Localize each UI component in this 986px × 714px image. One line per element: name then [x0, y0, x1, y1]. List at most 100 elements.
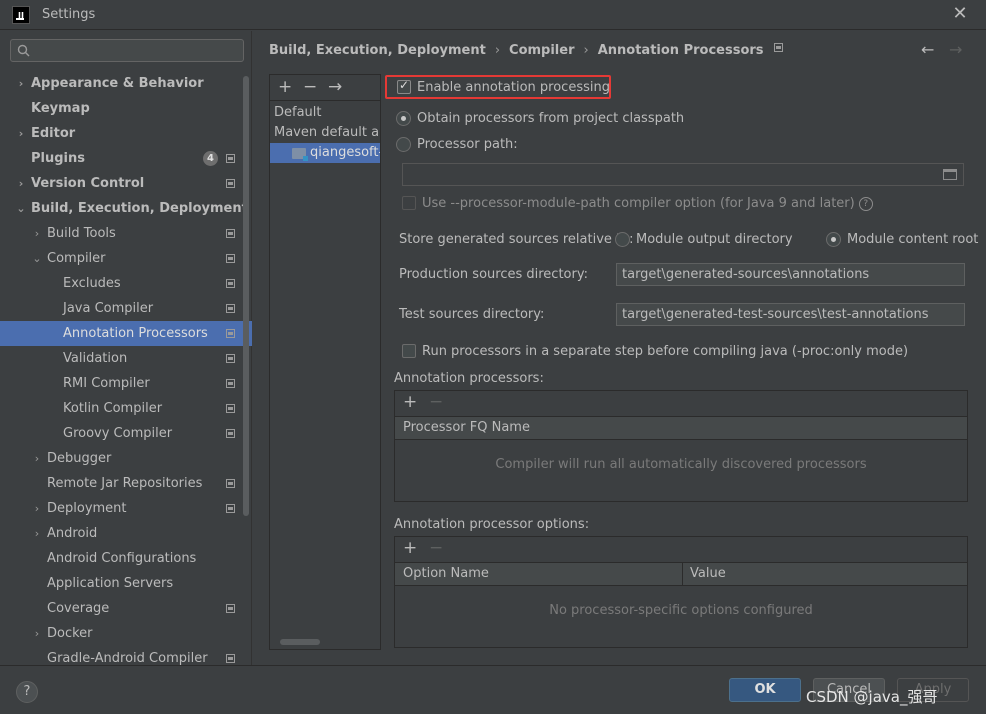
- breadcrumb-item-compiler[interactable]: Compiler: [509, 43, 574, 58]
- column-header-processor-fq-name[interactable]: Processor FQ Name: [403, 417, 530, 439]
- chevron-right-icon[interactable]: ›: [31, 521, 43, 546]
- sidebar-item-coverage[interactable]: Coverage: [0, 596, 252, 621]
- sidebar-item-debugger[interactable]: › Debugger: [0, 446, 252, 471]
- profile-item-module[interactable]: qiangesoft-demo: [270, 143, 380, 163]
- remove-option-button[interactable]: −: [429, 538, 443, 558]
- sidebar-item-editor[interactable]: › Editor: [0, 121, 252, 146]
- profile-item-maven-default[interactable]: Maven default annotation processors prof…: [270, 123, 380, 143]
- profiles-scrollbar[interactable]: [280, 639, 320, 645]
- sidebar-item-android[interactable]: › Android: [0, 521, 252, 546]
- run-separate-step-label: Run processors in a separate step before…: [422, 344, 909, 359]
- chevron-down-icon[interactable]: ⌄: [15, 196, 27, 221]
- enable-annotation-processing-label: Enable annotation processing: [417, 80, 610, 95]
- column-header-value[interactable]: Value: [690, 563, 726, 585]
- sidebar-item-label: Build, Execution, Deployment: [31, 201, 248, 216]
- sidebar-item-annotation-processors[interactable]: Annotation Processors: [0, 321, 252, 346]
- sidebar-item-plugins[interactable]: Plugins 4: [0, 146, 252, 171]
- chevron-right-icon[interactable]: ›: [15, 171, 27, 196]
- sidebar-item-deployment[interactable]: › Deployment: [0, 496, 252, 521]
- processor-path-label: Processor path:: [417, 137, 518, 152]
- project-level-icon: [226, 179, 235, 188]
- sidebar-item-label: Build Tools: [47, 226, 116, 241]
- updates-count-badge: 4: [203, 151, 218, 166]
- production-sources-label: Production sources directory:: [399, 267, 588, 282]
- project-level-icon: [226, 654, 235, 663]
- help-icon[interactable]: ?: [858, 197, 873, 211]
- profile-item-default[interactable]: Default: [270, 103, 380, 123]
- remove-profile-button[interactable]: −: [303, 77, 317, 97]
- sidebar-item-groovy-compiler[interactable]: Groovy Compiler: [0, 421, 252, 446]
- column-header-option-name[interactable]: Option Name: [403, 563, 489, 585]
- sidebar-item-docker[interactable]: › Docker: [0, 621, 252, 646]
- chevron-down-icon[interactable]: ⌄: [31, 246, 43, 271]
- obtain-from-classpath-radio[interactable]: [396, 111, 411, 126]
- sidebar-item-appearance-behavior[interactable]: › Appearance & Behavior: [0, 71, 252, 96]
- sidebar-item-java-compiler[interactable]: Java Compiler: [0, 296, 252, 321]
- sidebar-item-build-execution-deployment[interactable]: ⌄ Build, Execution, Deployment: [0, 196, 252, 221]
- sidebar-item-label: Android Configurations: [47, 551, 197, 566]
- module-content-root-radio[interactable]: [826, 232, 841, 247]
- sidebar-item-label: Application Servers: [47, 576, 174, 591]
- production-sources-field[interactable]: target\generated-sources\annotations: [616, 263, 965, 286]
- sidebar-item-version-control[interactable]: › Version Control: [0, 171, 252, 196]
- profiles-toolbar: + − →: [270, 75, 380, 101]
- project-level-icon: [226, 604, 235, 613]
- chevron-right-icon[interactable]: ›: [15, 71, 27, 96]
- sidebar-item-keymap[interactable]: Keymap: [0, 96, 252, 121]
- sidebar-item-label: Java Compiler: [63, 301, 154, 316]
- add-option-button[interactable]: +: [403, 538, 417, 558]
- processor-path-radio[interactable]: [396, 137, 411, 152]
- project-level-icon: [226, 379, 235, 388]
- chevron-right-icon[interactable]: ›: [31, 496, 43, 521]
- sidebar-item-kotlin-compiler[interactable]: Kotlin Compiler: [0, 396, 252, 421]
- module-content-root-label: Module content root: [847, 232, 979, 247]
- sidebar-item-label: Deployment: [47, 501, 127, 516]
- sidebar-item-application-servers[interactable]: Application Servers: [0, 571, 252, 596]
- processor-options-table: + − Option Name Value No processor-speci…: [394, 536, 968, 648]
- chevron-right-icon[interactable]: ›: [15, 121, 27, 146]
- test-sources-field[interactable]: target\generated-test-sources\test-annot…: [616, 303, 965, 326]
- sidebar-item-label: Editor: [31, 126, 76, 141]
- sidebar-item-label: Docker: [47, 626, 93, 641]
- sidebar-item-build-tools[interactable]: › Build Tools: [0, 221, 252, 246]
- breadcrumb-item-build[interactable]: Build, Execution, Deployment: [269, 43, 486, 58]
- title-bar: IJ Settings ✕: [0, 0, 986, 30]
- run-separate-step-checkbox[interactable]: [402, 344, 416, 358]
- help-button[interactable]: ?: [16, 681, 38, 703]
- csdn-watermark: CSDN @java_强哥: [806, 688, 938, 706]
- forward-arrow-icon[interactable]: →: [949, 40, 962, 59]
- remove-processor-button[interactable]: −: [429, 392, 443, 412]
- project-level-icon: [226, 279, 235, 288]
- window-title: Settings: [42, 7, 96, 22]
- sidebar-item-compiler[interactable]: ⌄ Compiler: [0, 246, 252, 271]
- search-input[interactable]: [37, 42, 237, 59]
- chevron-right-icon[interactable]: ›: [31, 621, 43, 646]
- add-profile-button[interactable]: +: [278, 77, 292, 97]
- folder-browse-icon[interactable]: [943, 169, 957, 180]
- processor-path-field[interactable]: [402, 163, 964, 186]
- sidebar-item-validation[interactable]: Validation: [0, 346, 252, 371]
- breadcrumb: Build, Execution, Deployment › Compiler › An…: [269, 43, 783, 61]
- close-window-button[interactable]: ✕: [950, 4, 970, 24]
- ok-button[interactable]: OK: [729, 678, 801, 702]
- sidebar-item-label: Coverage: [47, 601, 110, 616]
- module-output-directory-radio[interactable]: [615, 232, 630, 247]
- intellij-logo-icon: IJ: [12, 6, 30, 24]
- use-module-path-checkbox[interactable]: [402, 196, 416, 210]
- sidebar-item-remote-jar-repositories[interactable]: Remote Jar Repositories: [0, 471, 252, 496]
- project-level-icon: [226, 254, 235, 263]
- move-profile-button[interactable]: →: [328, 77, 342, 97]
- back-arrow-icon[interactable]: ←: [921, 40, 934, 59]
- chevron-right-icon[interactable]: ›: [31, 446, 43, 471]
- chevron-right-icon[interactable]: ›: [31, 221, 43, 246]
- add-processor-button[interactable]: +: [403, 392, 417, 412]
- settings-search-field[interactable]: [10, 39, 244, 62]
- processor-options-title: Annotation processor options:: [394, 517, 590, 532]
- annotation-processors-title: Annotation processors:: [394, 371, 544, 386]
- sidebar-item-android-configurations[interactable]: Android Configurations: [0, 546, 252, 571]
- enable-annotation-processing-checkbox[interactable]: [397, 78, 411, 94]
- sidebar-item-excludes[interactable]: Excludes: [0, 271, 252, 296]
- sidebar-item-label: Validation: [63, 351, 128, 366]
- sidebar-item-rmi-compiler[interactable]: RMI Compiler: [0, 371, 252, 396]
- sidebar-scrollbar[interactable]: [243, 76, 249, 516]
